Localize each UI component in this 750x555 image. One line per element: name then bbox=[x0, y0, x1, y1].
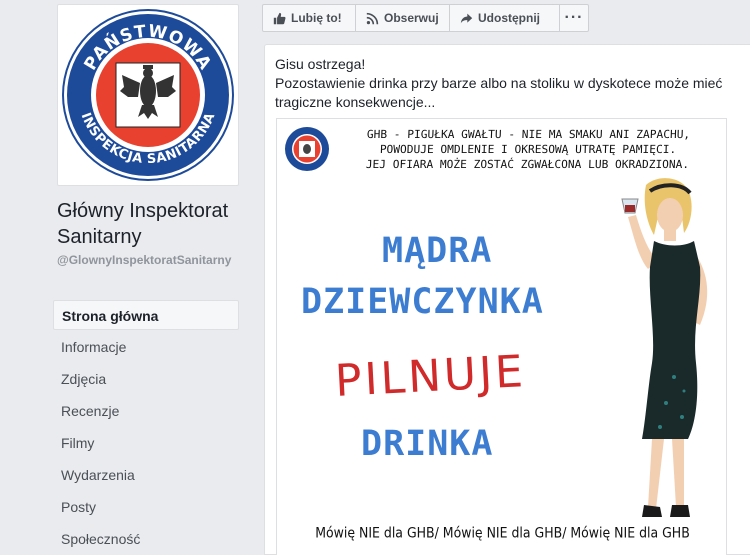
post-image[interactable]: GHB - PIGUŁKA GWAŁTU - NIE MA SMAKU ANI … bbox=[276, 118, 727, 555]
post-text-line-1: Gisu ostrzega! bbox=[275, 56, 366, 72]
woman-illustration bbox=[621, 178, 708, 517]
page-profile-picture[interactable]: PAŃSTWOWA INSPEKCJA SANITARNA bbox=[57, 4, 239, 186]
headline-line-3: PILNUJE bbox=[333, 346, 528, 407]
thumbs-up-icon bbox=[273, 12, 286, 24]
nav-item-posts[interactable]: Posty bbox=[53, 492, 239, 522]
more-options-button[interactable]: ··· bbox=[559, 4, 589, 32]
nav-item-events[interactable]: Wydarzenia bbox=[53, 460, 239, 490]
headline-line-1: MĄDRA bbox=[382, 231, 493, 271]
page-action-bar: Lubię to! Obserwuj Udostępnij ··· bbox=[250, 0, 750, 41]
nav-item-reviews[interactable]: Recenzje bbox=[53, 396, 239, 426]
warning-line-1: GHB - PIGUŁKA GWAŁTU - NIE MA SMAKU ANI … bbox=[366, 128, 691, 141]
like-label: Lubię to! bbox=[291, 11, 342, 25]
headline-line-2: DZIEWCZYNKA bbox=[301, 282, 544, 322]
left-column: PAŃSTWOWA INSPEKCJA SANITARNA Główny Ins… bbox=[0, 0, 250, 555]
post-card: Gisu ostrzega! Pozostawienie drinka przy… bbox=[264, 44, 750, 555]
nav-item-about[interactable]: Informacje bbox=[53, 332, 239, 362]
follow-label: Obserwuj bbox=[384, 11, 439, 25]
warning-line-3: JEJ OFIARA MOŻE ZOSTAĆ ZGWAŁCONA LUB OKR… bbox=[365, 158, 690, 171]
inspection-logo-small bbox=[285, 127, 329, 171]
ghb-warning-text: GHB - PIGUŁKA GWAŁTU - NIE MA SMAKU ANI … bbox=[332, 127, 724, 172]
share-label: Udostępnij bbox=[478, 11, 540, 25]
page-nav: Strona główna Informacje Zdjęcia Recenzj… bbox=[53, 300, 239, 555]
nav-item-photos[interactable]: Zdjęcia bbox=[53, 364, 239, 394]
post-text: Gisu ostrzega! Pozostawienie drinka przy… bbox=[275, 55, 735, 112]
nav-item-videos[interactable]: Filmy bbox=[53, 428, 239, 458]
image-footer-text: Mówię NIE dla GHB/ Mówię NIE dla GHB/ Mó… bbox=[315, 524, 690, 541]
page-handle[interactable]: @GlownyInspektoratSanitarny bbox=[57, 252, 242, 268]
warning-line-2: POWODUJE OMDLENIE I OKRESOWĄ UTRATĘ PAMI… bbox=[379, 143, 677, 156]
inspection-logo: PAŃSTWOWA INSPEKCJA SANITARNA bbox=[62, 9, 234, 181]
share-button[interactable]: Udostępnij bbox=[449, 4, 560, 32]
nav-item-home[interactable]: Strona główna bbox=[53, 300, 239, 330]
post-text-line-2: Pozostawienie drinka przy barze albo na … bbox=[275, 75, 723, 110]
follow-button[interactable]: Obserwuj bbox=[355, 4, 450, 32]
share-arrow-icon bbox=[460, 13, 473, 23]
like-button[interactable]: Lubię to! bbox=[262, 4, 356, 32]
nav-item-community[interactable]: Społeczność bbox=[53, 524, 239, 554]
rss-icon bbox=[366, 12, 379, 24]
page-title[interactable]: Główny Inspektorat Sanitarny bbox=[57, 198, 242, 250]
headline-line-4: DRINKA bbox=[361, 424, 494, 464]
